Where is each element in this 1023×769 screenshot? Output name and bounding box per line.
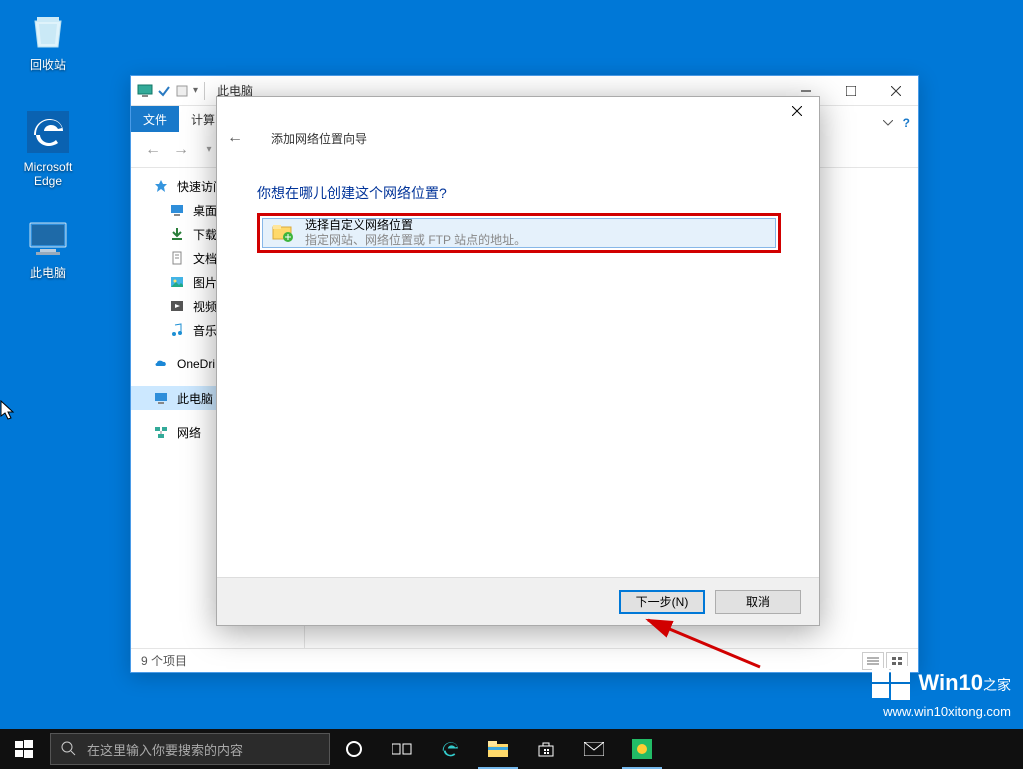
taskbar-explorer[interactable] (474, 729, 522, 769)
recycle-bin-icon (24, 6, 72, 54)
document-icon (169, 250, 185, 266)
wizard-footer: 下一步(N) 取消 (217, 577, 819, 625)
desktop-icon-label: Microsoft Edge (10, 160, 86, 188)
desktop-icon-recycle-bin[interactable]: 回收站 (10, 6, 86, 72)
separator (204, 82, 205, 100)
nav-back-button[interactable]: ← (139, 137, 167, 163)
desktop-icon (169, 202, 185, 218)
taskbar-store[interactable] (522, 729, 570, 769)
desktop-icon-label: 回收站 (10, 58, 86, 72)
option-description: 指定网站、网络位置或 FTP 站点的地址。 (305, 233, 526, 248)
sidebar-item-label: 文档 (193, 250, 217, 267)
add-network-location-wizard: ← 添加网络位置向导 你想在哪儿创建这个网络位置? 选择自定义网络位置 指定网站… (216, 96, 820, 626)
sidebar-item-label: 下载 (193, 226, 217, 243)
desktop-icon-label: 此电脑 (10, 266, 86, 280)
dropdown-icon[interactable]: ▾ (193, 85, 198, 96)
sidebar-item-label: 音乐 (193, 322, 217, 339)
sidebar-item-label: 桌面 (193, 202, 217, 219)
star-icon (153, 178, 169, 194)
this-pc-icon (153, 390, 169, 406)
taskbar-mail[interactable] (570, 729, 618, 769)
maximize-button[interactable] (828, 76, 873, 105)
checkmark-icon[interactable] (157, 84, 171, 98)
onedrive-icon (153, 356, 169, 372)
chevron-down-icon[interactable] (879, 114, 897, 132)
download-icon (169, 226, 185, 242)
desktop-icon-edge[interactable]: Microsoft Edge (10, 108, 86, 188)
wizard-title: 添加网络位置向导 (271, 130, 367, 147)
taskbar-search-input[interactable]: 在这里输入你要搜索的内容 (50, 733, 330, 765)
sidebar-item-label: 图片 (193, 274, 217, 291)
quick-access-toolbar: ▾ (137, 83, 198, 99)
watermark: Win10之家 www.win10xitong.com (872, 664, 1011, 719)
start-button[interactable] (0, 729, 48, 769)
sidebar-item-label: 此电脑 (177, 390, 213, 407)
wizard-heading: 你想在哪儿创建这个网络位置? (257, 183, 447, 203)
taskbar-app[interactable] (618, 729, 666, 769)
taskbar-edge[interactable] (426, 729, 474, 769)
status-text: 9 个项目 (141, 652, 187, 669)
sidebar-item-label: OneDri (177, 357, 215, 371)
music-icon (169, 322, 185, 338)
this-pc-icon (24, 214, 72, 262)
folder-network-icon (271, 221, 295, 245)
wizard-close-button[interactable] (774, 97, 819, 125)
taskbar: 在这里输入你要搜索的内容 (0, 729, 1023, 769)
overflow-icon[interactable] (175, 84, 189, 98)
option-custom-network-location[interactable]: 选择自定义网络位置 指定网站、网络位置或 FTP 站点的地址。 (262, 218, 776, 248)
cancel-button[interactable]: 取消 (715, 590, 801, 614)
this-pc-small-icon (137, 83, 153, 99)
picture-icon (169, 274, 185, 290)
nav-forward-button[interactable]: → (167, 137, 195, 163)
taskbar-cortana[interactable] (330, 729, 378, 769)
next-button[interactable]: 下一步(N) (619, 590, 705, 614)
edge-icon (24, 108, 72, 156)
wizard-back-button[interactable]: ← (227, 129, 243, 147)
sidebar-item-label: 网络 (177, 424, 201, 441)
search-icon (61, 741, 77, 757)
annotation-highlight: 选择自定义网络位置 指定网站、网络位置或 FTP 站点的地址。 (257, 213, 781, 253)
sidebar-item-label: 视频 (193, 298, 217, 315)
watermark-url: www.win10xitong.com (872, 704, 1011, 719)
mouse-cursor-icon (0, 400, 16, 422)
help-icon[interactable]: ? (903, 116, 910, 130)
tab-file[interactable]: 文件 (131, 106, 179, 132)
watermark-suffix: 之家 (983, 677, 1011, 693)
video-icon (169, 298, 185, 314)
close-button[interactable] (873, 76, 918, 105)
explorer-statusbar: 9 个项目 (131, 648, 918, 672)
taskbar-task-view[interactable] (378, 729, 426, 769)
desktop-icon-this-pc[interactable]: 此电脑 (10, 214, 86, 280)
windows-logo-icon (872, 664, 910, 702)
search-placeholder: 在这里输入你要搜索的内容 (87, 740, 243, 759)
option-title: 选择自定义网络位置 (305, 218, 526, 233)
network-icon (153, 424, 169, 440)
watermark-brand: Win10 (918, 670, 983, 695)
